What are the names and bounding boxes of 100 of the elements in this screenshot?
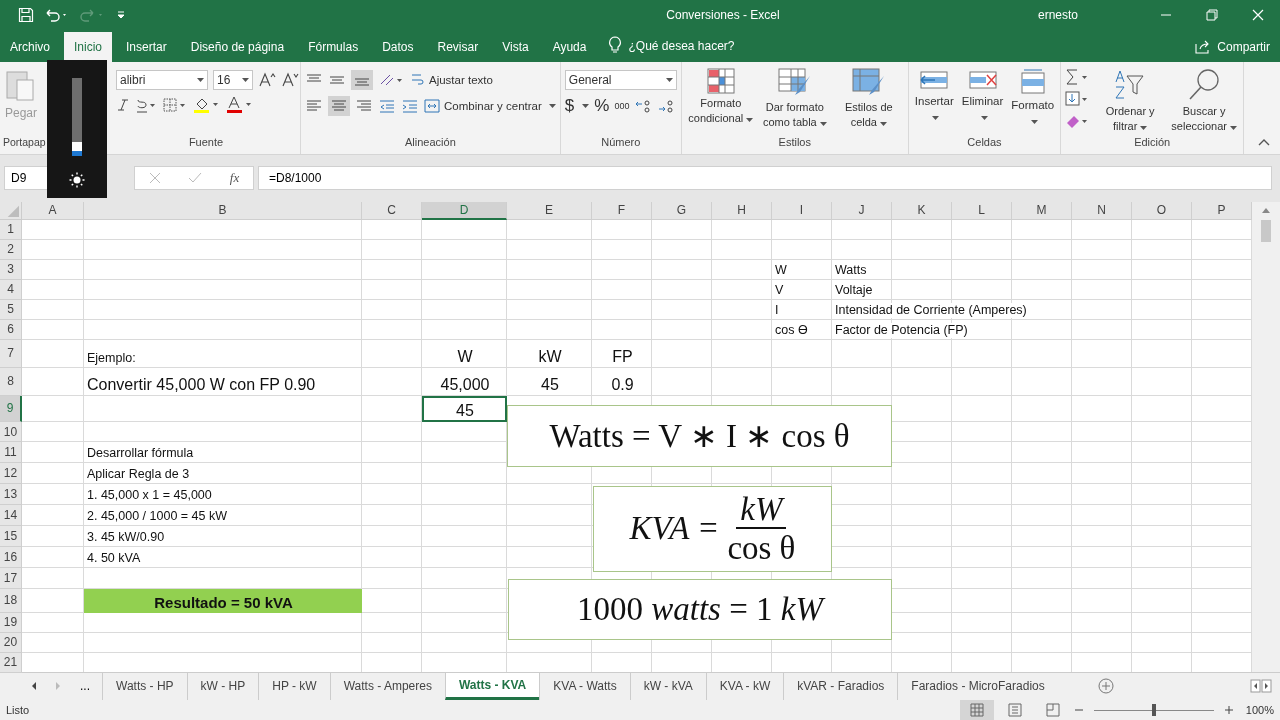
- font-name-field[interactable]: alibri: [116, 69, 208, 90]
- ribbon-tab[interactable]: Insertar: [116, 31, 177, 62]
- row-header[interactable]: 21: [0, 652, 22, 673]
- zoom-level[interactable]: 100%: [1245, 704, 1274, 716]
- insert-function-button[interactable]: fx: [229, 170, 240, 187]
- ribbon-tab[interactable]: Archivo: [0, 31, 60, 62]
- scrollbar-thumb[interactable]: [1261, 219, 1271, 242]
- lightbulb-icon[interactable]: [608, 35, 623, 54]
- cells-button[interactable]: Formato: [1009, 65, 1057, 130]
- column-header[interactable]: I: [772, 201, 832, 220]
- row-header[interactable]: 3: [0, 259, 22, 280]
- ribbon-tab[interactable]: Ayuda: [542, 31, 597, 62]
- collapse-ribbon-icon[interactable]: [1258, 137, 1270, 146]
- increase-decimal-icon[interactable]: [634, 97, 653, 114]
- row-header[interactable]: 20: [0, 632, 22, 653]
- previous-sheet-icon[interactable]: [30, 681, 38, 692]
- decrease-decimal-icon[interactable]: [657, 97, 676, 114]
- caret-icon[interactable]: [879, 121, 887, 126]
- row-header[interactable]: 17: [0, 568, 22, 589]
- selected-cell[interactable]: 45: [422, 395, 507, 422]
- tell-me-field[interactable]: ¿Qué desea hacer?: [628, 38, 735, 62]
- close-icon[interactable]: [1252, 9, 1264, 22]
- caret-icon[interactable]: [242, 77, 249, 82]
- caret-icon[interactable]: [1030, 119, 1038, 124]
- ribbon-tab[interactable]: Datos: [372, 31, 424, 62]
- row-header[interactable]: 13: [0, 484, 22, 506]
- column-header[interactable]: K: [892, 201, 952, 220]
- styles-button[interactable]: Formato condicional: [685, 65, 756, 128]
- increase-font-icon[interactable]: [258, 71, 276, 88]
- align-bottom-icon[interactable]: [351, 69, 373, 90]
- font-size-field[interactable]: 16: [213, 69, 253, 90]
- column-header[interactable]: E: [507, 201, 592, 220]
- editing-button[interactable]: Ordenar y filtrar: [1095, 65, 1166, 136]
- restore-icon[interactable]: [1206, 9, 1218, 22]
- styles-button[interactable]: Dar formato como tabla: [759, 65, 830, 132]
- formula-field[interactable]: =D8/1000: [258, 166, 1272, 191]
- row-header[interactable]: 19: [0, 612, 22, 633]
- cells-button[interactable]: Insertar: [912, 65, 956, 126]
- row-header[interactable]: 14: [0, 505, 22, 527]
- row-header[interactable]: 15: [0, 526, 22, 548]
- row-header[interactable]: 16: [0, 547, 22, 569]
- ribbon-tab[interactable]: Inicio: [64, 31, 113, 62]
- normal-view-icon[interactable]: [959, 700, 994, 720]
- row-header[interactable]: 6: [0, 319, 22, 340]
- zoom-slider-thumb[interactable]: [1151, 704, 1156, 716]
- number-format-field[interactable]: General: [564, 69, 677, 90]
- column-header[interactable]: F: [592, 201, 652, 220]
- font-color-icon[interactable]: [226, 95, 254, 114]
- ribbon-tab[interactable]: Revisar: [427, 31, 489, 62]
- ribbon-tab[interactable]: Diseño de página: [180, 31, 295, 62]
- add-sheet-icon[interactable]: [1097, 678, 1114, 695]
- caret-icon[interactable]: [197, 77, 204, 82]
- wrap-text-button[interactable]: Ajustar texto: [411, 71, 493, 88]
- column-header[interactable]: L: [952, 201, 1012, 220]
- row-header[interactable]: 1: [0, 219, 22, 240]
- column-header[interactable]: N: [1072, 201, 1132, 220]
- row-header[interactable]: 12: [0, 463, 22, 485]
- caret-icon[interactable]: [582, 103, 590, 108]
- user-name[interactable]: ernesto: [1038, 8, 1158, 23]
- row-header[interactable]: 9: [0, 395, 22, 422]
- caret-icon[interactable]: [1140, 125, 1148, 130]
- caret-icon[interactable]: [819, 121, 827, 126]
- column-header[interactable]: J: [832, 201, 892, 220]
- borders-icon[interactable]: [162, 96, 188, 113]
- align-center-icon[interactable]: [328, 95, 350, 116]
- row-header[interactable]: 5: [0, 299, 22, 320]
- row-header[interactable]: 4: [0, 279, 22, 300]
- column-header[interactable]: O: [1132, 201, 1192, 220]
- row-header[interactable]: 7: [0, 339, 22, 368]
- column-header[interactable]: C: [362, 201, 422, 220]
- row-header[interactable]: 18: [0, 588, 22, 613]
- zoom-in-icon[interactable]: [1223, 705, 1234, 715]
- column-header[interactable]: M: [1012, 201, 1072, 220]
- cells-button[interactable]: Eliminar: [959, 65, 1006, 126]
- column-header[interactable]: G: [652, 201, 712, 220]
- decrease-font-icon[interactable]: [281, 71, 299, 88]
- caret-icon[interactable]: [932, 115, 940, 120]
- caret-icon[interactable]: [1230, 125, 1237, 130]
- caret-icon[interactable]: [665, 77, 673, 82]
- styles-button[interactable]: Estilos de celda: [833, 65, 904, 132]
- scroll-tabs-icon[interactable]: [1250, 679, 1272, 694]
- column-header[interactable]: A: [22, 201, 84, 220]
- merge-center-button[interactable]: Combinar y centrar: [424, 98, 556, 113]
- share-button[interactable]: Compartir: [1195, 31, 1280, 62]
- more-sheets-button[interactable]: ...: [70, 679, 102, 694]
- editing-button[interactable]: Buscar y seleccionar: [1169, 65, 1240, 136]
- row-header[interactable]: 11: [0, 442, 22, 464]
- row-header[interactable]: 8: [0, 367, 22, 396]
- column-header[interactable]: P: [1192, 201, 1252, 220]
- caret-icon[interactable]: [980, 115, 988, 120]
- caret-icon[interactable]: [746, 117, 754, 122]
- italic-icon[interactable]: [116, 96, 130, 113]
- ribbon-tab[interactable]: Fórmulas: [298, 31, 369, 62]
- sheet-tab[interactable]: Watts - KVA: [444, 672, 540, 700]
- save-icon[interactable]: [18, 7, 34, 24]
- caret-icon[interactable]: [548, 103, 556, 108]
- row-header[interactable]: 10: [0, 421, 22, 443]
- row-header[interactable]: 2: [0, 239, 22, 260]
- column-header[interactable]: H: [712, 201, 772, 220]
- thousands-button[interactable]: 000: [614, 100, 630, 111]
